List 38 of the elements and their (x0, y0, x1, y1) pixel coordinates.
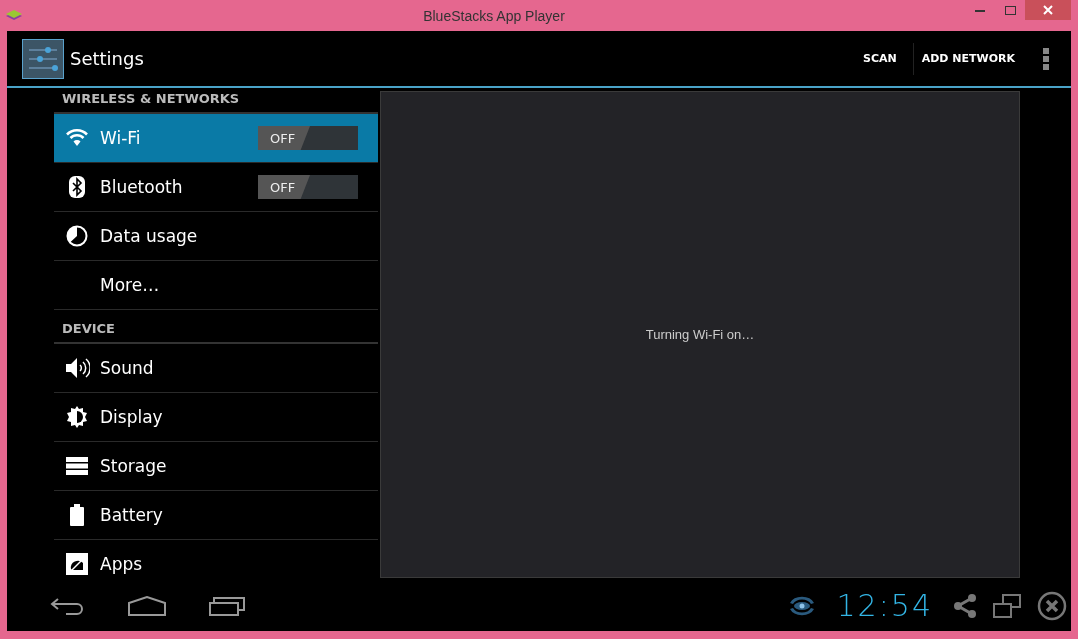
battery-icon (70, 504, 84, 526)
toggle-switch[interactable]: OFF (258, 126, 358, 150)
settings-item[interactable]: Wi-Fi OFF (54, 114, 378, 163)
screen-title: Settings (70, 48, 145, 69)
status-message: Turning Wi-Fi on… (645, 327, 755, 342)
clock-time: 12:54 (836, 588, 933, 623)
settings-item[interactable]: Storage (54, 442, 378, 491)
settings-item[interactable]: Sound (54, 344, 378, 393)
settings-item[interactable]: Data usage (54, 212, 378, 261)
share-icon[interactable] (953, 593, 977, 618)
pie-chart-icon (66, 225, 88, 247)
wifi-icon (66, 129, 88, 147)
action-button[interactable]: SCAN (854, 42, 905, 75)
close-button[interactable] (1025, 0, 1071, 20)
section-header: DEVICE (54, 310, 378, 344)
home-icon[interactable] (128, 595, 166, 616)
close-circle-icon[interactable] (1037, 590, 1067, 621)
brightness-icon (66, 406, 88, 428)
maximize-icon[interactable] (1004, 5, 1016, 15)
toggle-switch[interactable]: OFF (258, 175, 358, 199)
close-icon (1043, 5, 1053, 15)
overflow-menu-icon[interactable] (1043, 47, 1049, 70)
settings-item[interactable]: More… (54, 261, 378, 310)
settings-item[interactable]: Display (54, 393, 378, 442)
back-icon[interactable] (50, 596, 84, 615)
window-title: BlueStacks App Player (422, 7, 566, 24)
settings-item[interactable]: Apps (54, 540, 378, 580)
window-icon[interactable] (993, 593, 1021, 618)
recent-apps-icon[interactable] (209, 595, 245, 616)
bluetooth-icon (69, 176, 85, 198)
speaker-icon (64, 357, 90, 379)
settings-item[interactable]: Battery (54, 491, 378, 540)
settings-item[interactable]: Bluetooth OFF (54, 163, 378, 212)
app-logo-icon (5, 8, 23, 23)
settings-icon[interactable] (22, 38, 64, 79)
minimize-icon[interactable] (975, 8, 985, 12)
action-button[interactable]: ADD NETWORK (912, 42, 1023, 75)
storage-icon (66, 457, 88, 475)
